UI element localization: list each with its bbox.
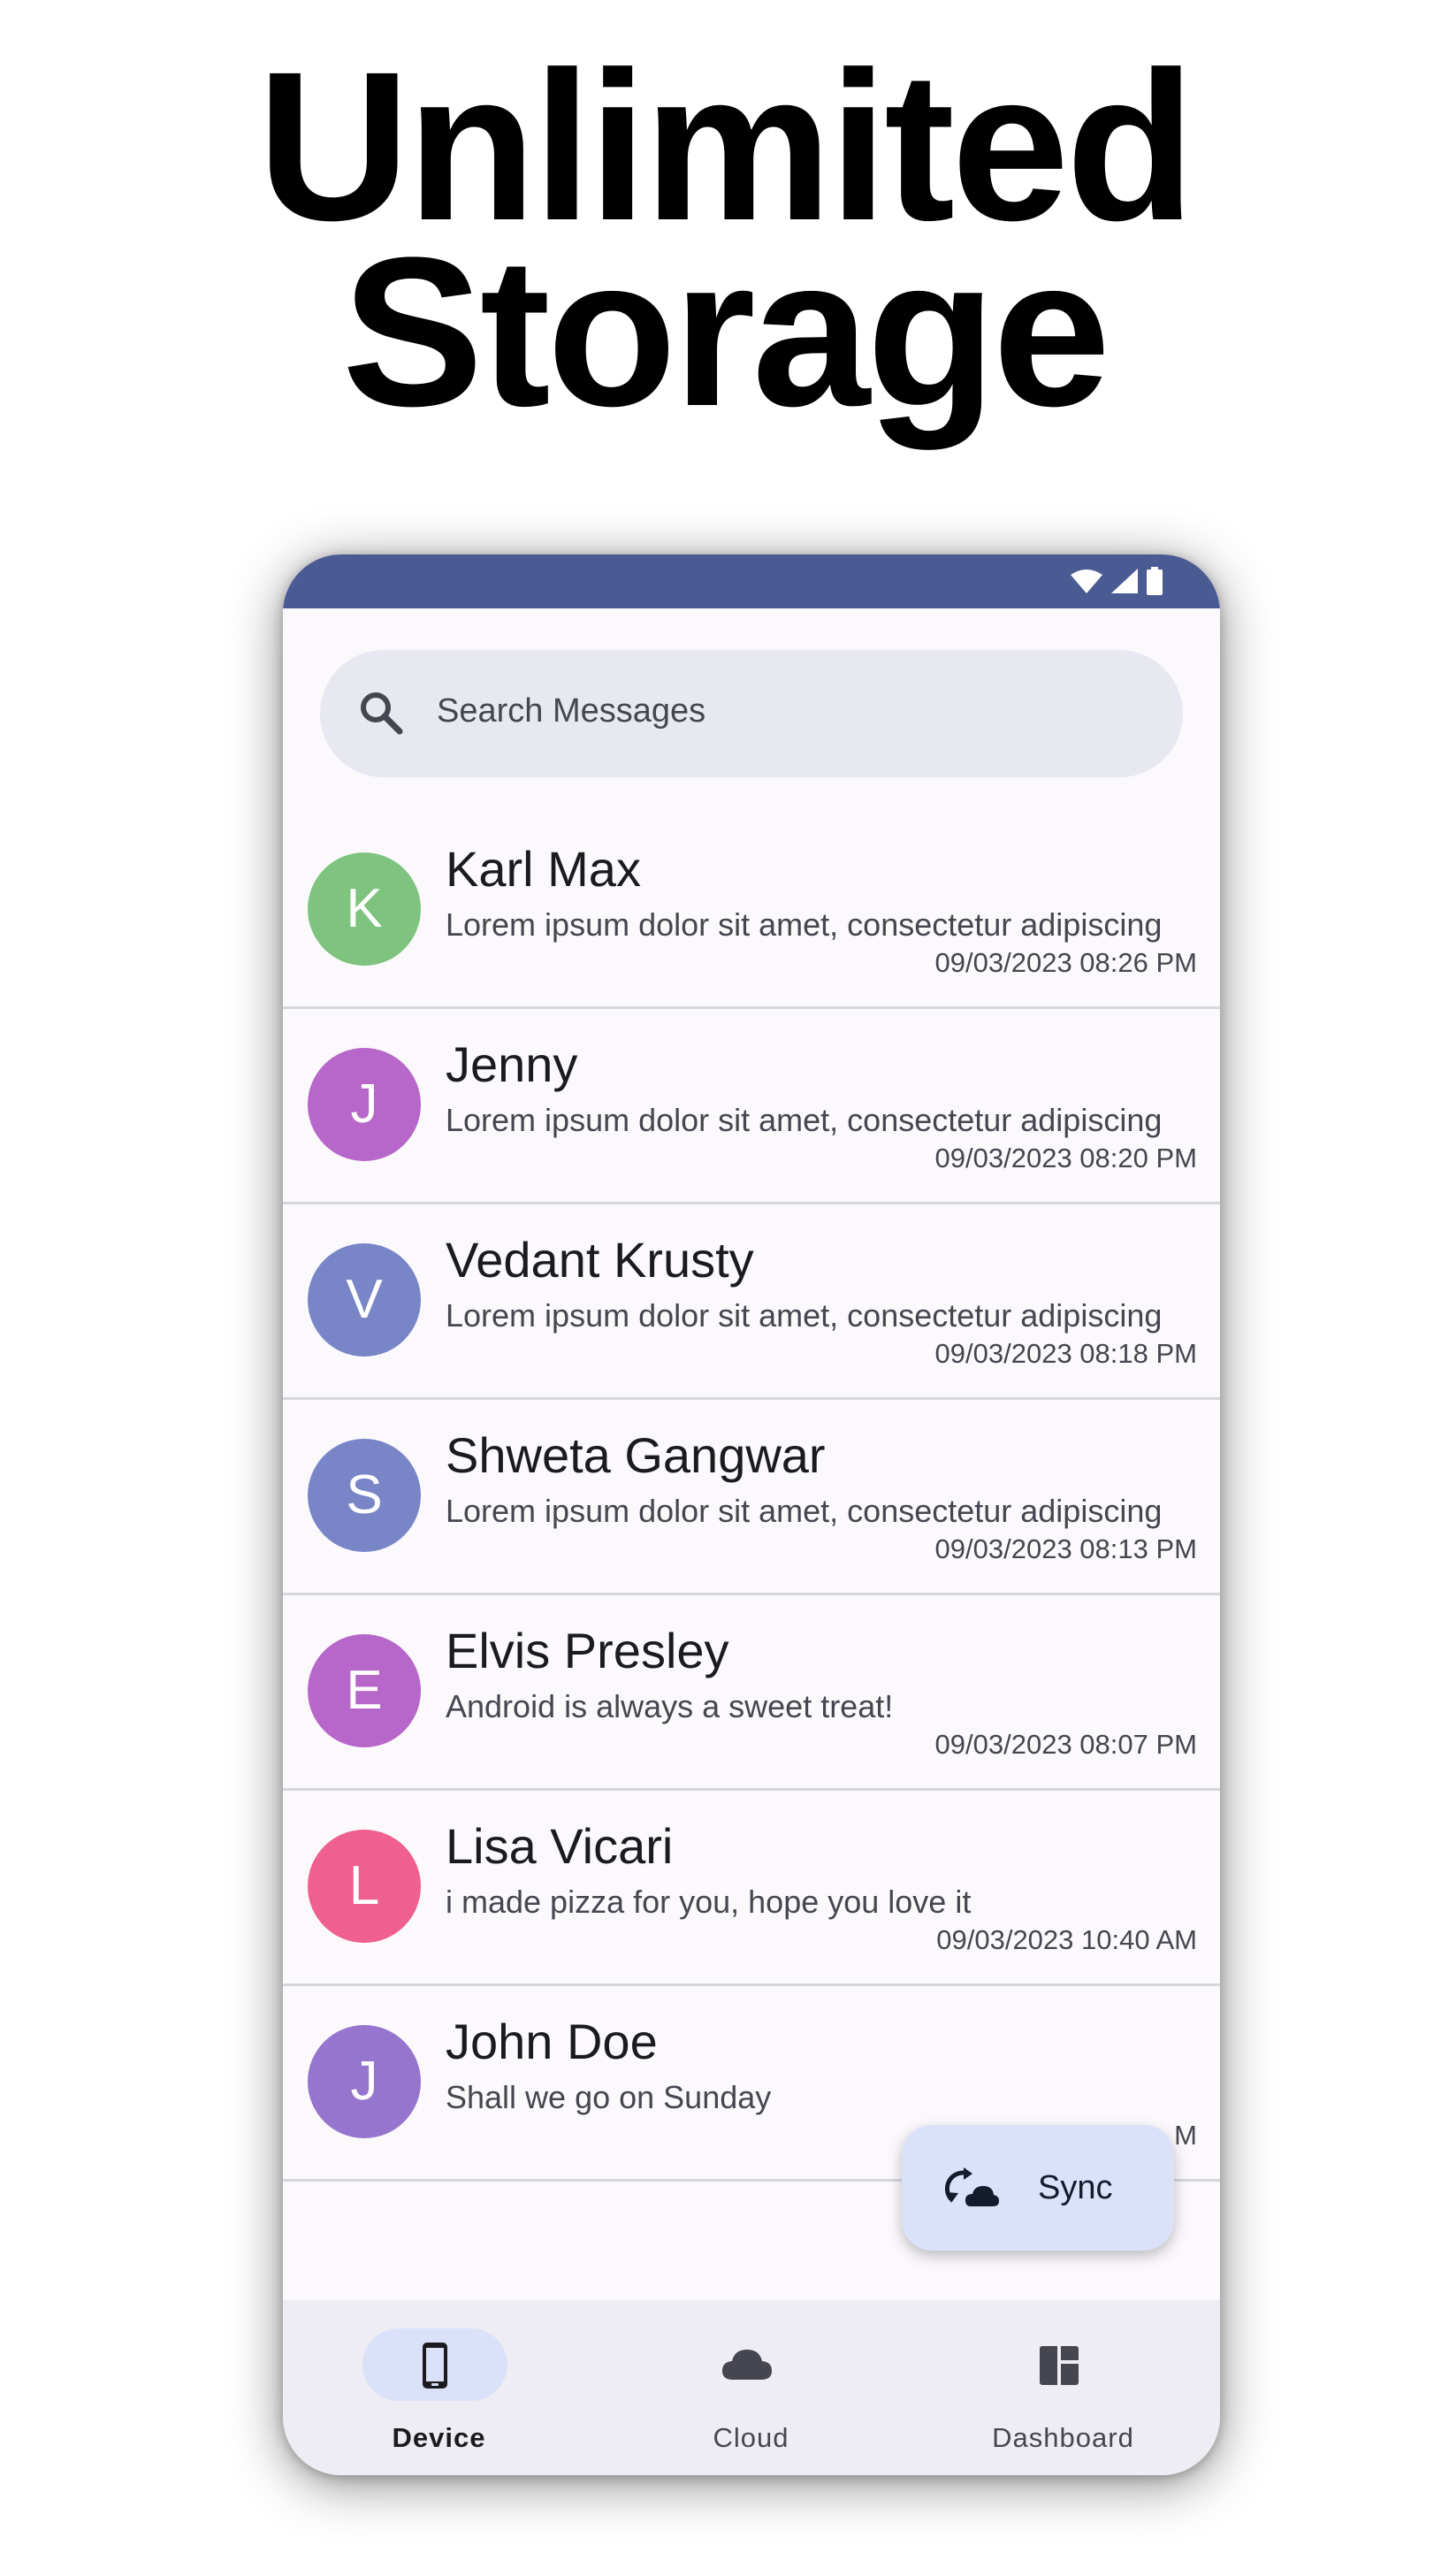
avatar: E [308,1634,421,1747]
message-timestamp: 09/03/2023 08:26 PM [934,947,1197,978]
phone-icon [423,2343,447,2389]
conversation-row[interactable]: J Jenny Lorem ipsum dolor sit amet, consec… [283,1009,1220,1204]
status-icons [1070,567,1163,595]
conversation-row[interactable]: K Karl Max Lorem ipsum dolor sit amet, con… [283,814,1220,1009]
nav-device-label: Device [392,2422,486,2453]
nav-dashboard[interactable]: Dashboard [907,2300,1219,2475]
message-preview: Lorem ipsum dolor sit amet, consectetur … [446,1493,1163,1529]
message-preview: Lorem ipsum dolor sit amet, consectetur … [446,1297,1163,1334]
search-bar[interactable]: Search Messages [320,650,1183,777]
contact-name: Shweta Gangwar [446,1427,826,1483]
avatar: S [308,1439,421,1552]
message-preview: i made pizza for you, hope you love it [446,1884,972,1920]
status-bar [283,554,1220,608]
headline-line-2: Storage [341,213,1111,450]
wifi-icon [1071,569,1102,593]
contact-name: Lisa Vicari [446,1818,674,1874]
conversation-row[interactable]: L Lisa Vicari i made pizza for you, hope y… [283,1791,1220,1986]
message-timestamp: 09/03/2023 08:20 PM [934,1143,1197,1173]
message-timestamp: 09/03/2023 10:40 AM [936,1924,1197,1955]
nav-dashboard-label: Dashboard [992,2422,1134,2453]
search-placeholder: Search Messages [437,692,706,730]
dashboard-icon [1040,2346,1079,2385]
avatar: J [308,1048,421,1161]
cell-signal-icon [1111,569,1138,593]
contact-name: John Doe [446,2014,658,2069]
phone-screen: Search Messages K Karl Max Lorem ipsum dol… [283,554,1220,2475]
cloud-icon [722,2350,772,2380]
bottom-navigation: Device Cloud Dashboard [283,2300,1220,2475]
sync-button[interactable]: Sync [902,2125,1174,2251]
headline: Unlimited Storage [0,27,1449,450]
message-preview: Android is always a sweet treat! [446,1688,894,1724]
nav-cloud-label: Cloud [713,2422,789,2453]
contact-name: Karl Max [446,841,641,897]
cloud-sync-icon [944,2167,999,2206]
avatar: J [308,2025,421,2138]
message-preview: Lorem ipsum dolor sit amet, consectetur … [446,906,1163,943]
contact-name: Elvis Presley [446,1623,729,1678]
nav-cloud[interactable]: Cloud [595,2300,907,2475]
contact-name: Jenny [446,1036,578,1092]
avatar: V [308,1243,421,1357]
message-timestamp: 09/03/2023 08:07 PM [934,1729,1197,1760]
conversation-row[interactable]: V Vedant Krusty Lorem ipsum dolor sit amet… [283,1204,1220,1400]
conversation-list: K Karl Max Lorem ipsum dolor sit amet, con… [283,814,1220,2182]
contact-name: Vedant Krusty [446,1232,754,1288]
conversation-row[interactable]: S Shweta Gangwar Lorem ipsum dolor sit ame… [283,1400,1220,1595]
search-icon [361,692,403,735]
headline-line-1: Unlimited [256,27,1195,264]
conversation-row[interactable]: E Elvis Presley Android is always a sweet … [283,1595,1220,1791]
message-timestamp: 09/03/2023 08:13 PM [934,1533,1197,1564]
message-preview: Lorem ipsum dolor sit amet, consectetur … [446,1102,1163,1138]
nav-device[interactable]: Device [283,2300,595,2475]
avatar: L [308,1830,421,1943]
battery-icon [1147,567,1163,595]
message-timestamp: 09/03/2023 08:18 PM [934,1338,1197,1369]
avatar: K [308,852,421,966]
sync-label: Sync [1038,2169,1113,2206]
message-preview: Shall we go on Sunday [446,2079,772,2115]
